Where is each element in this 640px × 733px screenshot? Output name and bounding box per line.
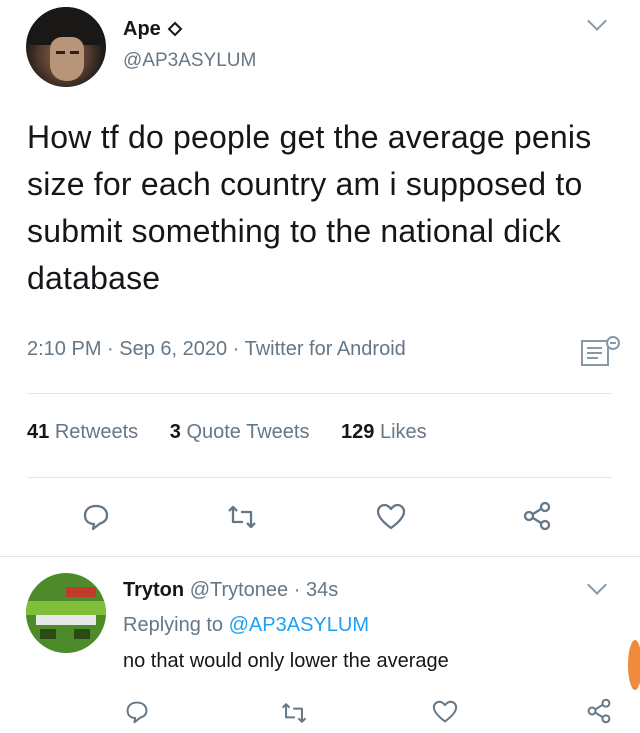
comment-bubble-icon[interactable] [82,503,110,531]
retweet-icon[interactable] [225,505,259,529]
replying-handle-link[interactable]: @AP3ASYLUM [229,614,369,636]
tweet-meta: 2:10 PM · Sep 6, 2020 · Twitter for Andr… [27,338,406,361]
edge-decoration [628,640,640,690]
chevron-down-icon[interactable] [587,11,607,31]
tweet-date: Sep 6, 2020 [119,338,228,360]
author-avatar[interactable] [26,7,106,87]
chevron-down-icon[interactable] [587,575,607,595]
reply-author-name[interactable]: Tryton [123,579,184,601]
comment-bubble-icon[interactable] [125,700,149,724]
share-icon[interactable] [586,698,612,724]
likes-stat[interactable]: 129 Likes [341,421,427,443]
replying-prefix: Replying to [123,614,224,636]
tweet-stats: 41 Retweets 3 Quote Tweets 129 Likes [27,421,453,444]
tweet-source[interactable]: Twitter for Android [245,338,406,360]
author-handle[interactable]: @AP3ASYLUM [123,50,256,72]
separator: · [232,338,240,360]
divider [27,477,612,478]
share-icon[interactable] [522,501,552,531]
diamond-outline-icon [167,21,183,37]
divider [0,556,640,557]
analytics-icon[interactable] [580,335,622,369]
reply-text: no that would only lower the average [123,650,449,672]
reply-header: Tryton @Trytonee · 34s [123,579,338,602]
tweet-text: How tf do people get the average penis s… [27,119,592,296]
quotes-stat[interactable]: 3 Quote Tweets [170,421,310,443]
separator: · [293,579,301,601]
reply-time[interactable]: 34s [306,579,338,601]
reply-author-avatar[interactable] [26,573,106,653]
heart-icon[interactable] [376,503,406,531]
retweet-icon[interactable] [279,702,309,724]
divider [27,393,612,394]
author-name[interactable]: Ape [123,18,161,41]
tweet-time: 2:10 PM [27,338,102,360]
separator: · [107,338,114,360]
replying-to: Replying to @AP3ASYLUM [123,614,369,637]
reply-author-handle[interactable]: @Trytonee [190,579,289,601]
heart-icon[interactable] [432,700,458,724]
retweets-stat[interactable]: 41 Retweets [27,421,138,443]
